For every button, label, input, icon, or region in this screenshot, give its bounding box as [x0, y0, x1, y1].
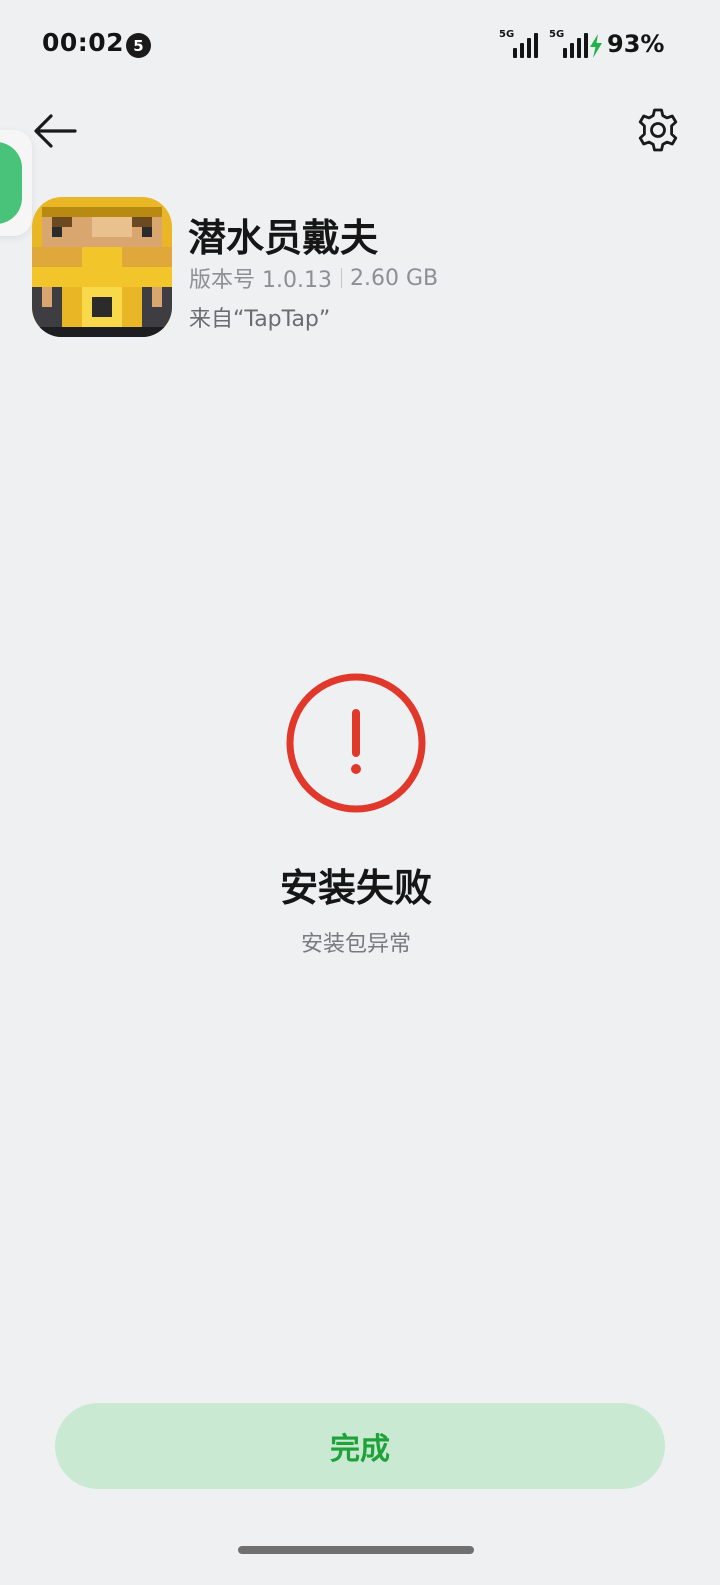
back-button[interactable]	[30, 106, 80, 156]
app-icon	[32, 197, 172, 337]
done-button[interactable]: 完成	[55, 1403, 665, 1489]
charging-bolt-icon	[590, 34, 602, 58]
gear-icon	[638, 108, 678, 152]
settings-button[interactable]	[632, 104, 684, 156]
result-title: 安装失败	[279, 866, 432, 910]
signal-1-icon: 5G	[499, 30, 541, 60]
signal-2-icon: 5G	[549, 30, 591, 60]
app-meta: 版本号 1.0.13 2.60 GB	[189, 262, 438, 294]
exclamation-circle-icon	[286, 673, 426, 813]
app-source: 来自“TapTap”	[189, 307, 331, 332]
battery-level: 93%	[607, 30, 665, 58]
meta-divider	[340, 268, 342, 288]
floating-assistant-bubble[interactable]	[0, 130, 32, 236]
status-bar: 00:02 5 5G 5G 93%	[0, 0, 720, 92]
arrow-left-icon	[34, 114, 77, 148]
network-type-label: 5G	[499, 29, 515, 40]
app-name: 潜水员戴夫	[188, 216, 379, 260]
status-time: 00:02	[42, 28, 125, 57]
app-size: 2.60 GB	[349, 265, 439, 291]
notification-count-badge: 5	[126, 33, 151, 58]
app-version: 版本号 1.0.13	[189, 268, 332, 293]
network-type-label: 5G	[549, 29, 565, 40]
result-subtitle: 安装包异常	[300, 932, 411, 957]
home-indicator[interactable]	[238, 1546, 474, 1554]
